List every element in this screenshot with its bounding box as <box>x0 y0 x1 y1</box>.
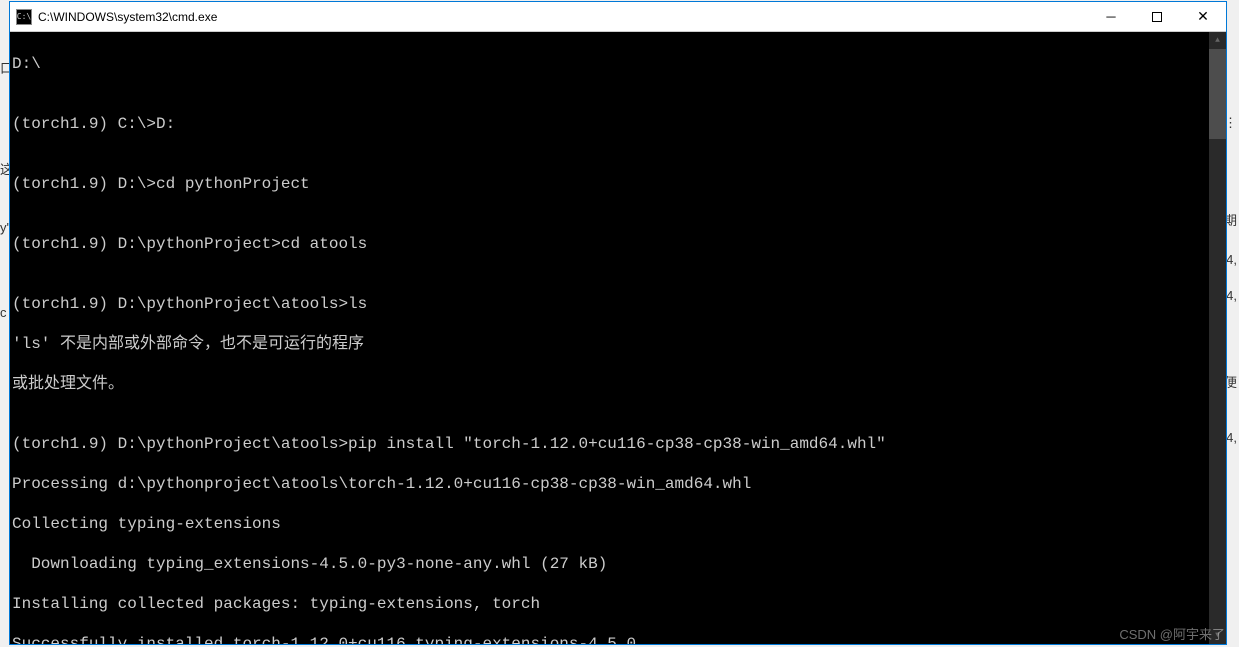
bg-char: 4, <box>1226 252 1237 267</box>
scroll-track[interactable] <box>1209 49 1226 627</box>
terminal-line: 或批处理文件。 <box>12 374 1226 394</box>
terminal-line: Processing d:\pythonproject\atools\torch… <box>12 474 1226 494</box>
cmd-window: C:\ C:\WINDOWS\system32\cmd.exe ─ ✕ D:\ … <box>9 1 1227 645</box>
scroll-down-arrow-icon[interactable]: ▼ <box>1209 627 1226 644</box>
scroll-thumb[interactable] <box>1209 49 1226 139</box>
terminal-line: (torch1.9) D:\pythonProject>cd atools <box>12 234 1226 254</box>
terminal-line: Installing collected packages: typing-ex… <box>12 594 1226 614</box>
terminal-line: Downloading typing_extensions-4.5.0-py3-… <box>12 554 1226 574</box>
bg-char: y' <box>0 220 9 235</box>
cmd-icon: C:\ <box>16 9 32 25</box>
maximize-button[interactable] <box>1134 2 1180 31</box>
terminal-body[interactable]: D:\ (torch1.9) C:\>D: (torch1.9) D:\>cd … <box>10 32 1226 644</box>
bg-char: 4, <box>1226 288 1237 303</box>
title-bar[interactable]: C:\ C:\WINDOWS\system32\cmd.exe ─ ✕ <box>10 2 1226 32</box>
window-controls: ─ ✕ <box>1088 2 1226 31</box>
terminal-line: D:\ <box>12 54 1226 74</box>
scrollbar[interactable]: ▲ ▼ <box>1209 32 1226 644</box>
terminal-line: (torch1.9) D:\pythonProject\atools>pip i… <box>12 434 1226 454</box>
terminal-line: (torch1.9) C:\>D: <box>12 114 1226 134</box>
bg-char: 4, <box>1226 430 1237 445</box>
terminal-line: (torch1.9) D:\pythonProject\atools>ls <box>12 294 1226 314</box>
terminal-line: Successfully installed torch-1.12.0+cu11… <box>12 634 1226 644</box>
window-title: C:\WINDOWS\system32\cmd.exe <box>38 10 1088 24</box>
terminal-line: 'ls' 不是内部或外部命令，也不是可运行的程序 <box>12 334 1226 354</box>
terminal-line: Collecting typing-extensions <box>12 514 1226 534</box>
bg-char: c <box>0 305 7 320</box>
minimize-button[interactable]: ─ <box>1088 2 1134 31</box>
close-button[interactable]: ✕ <box>1180 2 1226 31</box>
scroll-up-arrow-icon[interactable]: ▲ <box>1209 32 1226 49</box>
terminal-line: (torch1.9) D:\>cd pythonProject <box>12 174 1226 194</box>
